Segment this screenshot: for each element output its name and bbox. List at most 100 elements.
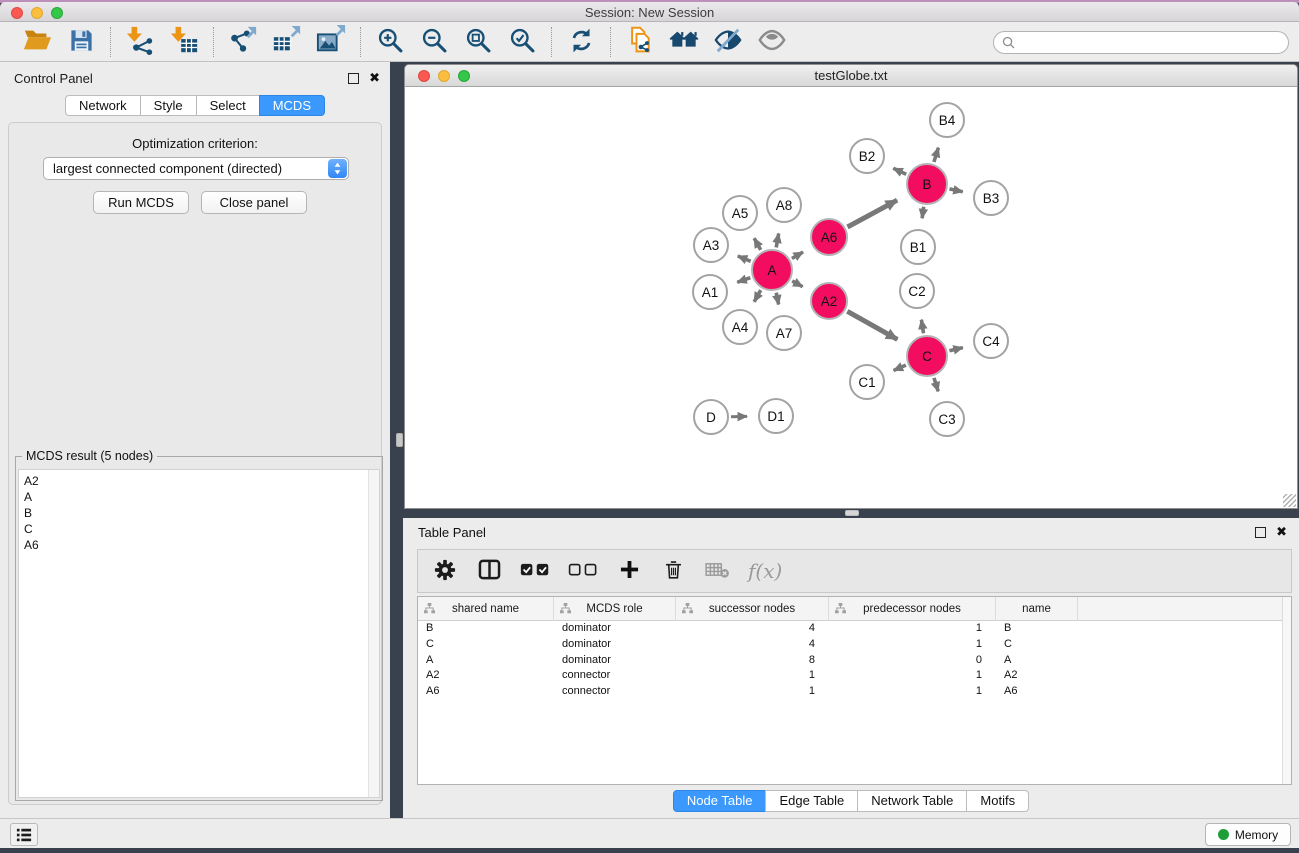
table-cell[interactable]: 4 [676, 621, 829, 637]
table-cell[interactable]: 1 [829, 621, 996, 637]
import-table-button[interactable] [165, 25, 203, 59]
open-folder-button[interactable] [18, 25, 56, 59]
graph-edge-A-A6[interactable] [792, 252, 803, 259]
graph-edge-B-B4[interactable] [934, 148, 939, 162]
graph-node-A5[interactable]: A5 [722, 195, 758, 231]
graph-node-C1[interactable]: C1 [849, 364, 885, 400]
mcds-list-scrollbar[interactable] [368, 470, 379, 797]
network-horizontal-scrollbar-thumb[interactable] [845, 510, 859, 516]
export-image-button[interactable] [312, 25, 350, 59]
table-row[interactable]: A2connector11A2 [418, 668, 1291, 684]
graph-edge-A-A1[interactable] [737, 278, 750, 283]
graph-node-B2[interactable]: B2 [849, 138, 885, 174]
graph-edge-A-A7[interactable] [776, 293, 778, 305]
export-network-button[interactable] [224, 25, 262, 59]
tab-network[interactable]: Network [65, 95, 141, 116]
column-header-name[interactable]: name [996, 597, 1078, 621]
table-cell[interactable]: A2 [996, 668, 1078, 684]
graph-edge-C-C4[interactable] [949, 348, 962, 351]
graph-node-A[interactable]: A [751, 249, 793, 291]
add-row-button[interactable] [616, 556, 642, 586]
hide-details-button[interactable] [709, 25, 747, 59]
graph-node-B4[interactable]: B4 [929, 102, 965, 138]
tab-network-table[interactable]: Network Table [857, 790, 967, 812]
graph-edge-A6-B[interactable] [848, 200, 898, 227]
graph-node-C3[interactable]: C3 [929, 401, 965, 437]
column-header-successor-nodes[interactable]: successor nodes [676, 597, 829, 621]
mcds-result-item[interactable]: A [24, 489, 374, 505]
refresh-button[interactable] [562, 25, 600, 59]
tab-node-table[interactable]: Node Table [673, 790, 767, 812]
split-columns-button[interactable] [476, 556, 502, 586]
mcds-result-list[interactable]: A2ABCA6 [18, 469, 380, 798]
table-cell[interactable]: A [418, 653, 554, 669]
network-canvas[interactable]: ABCA2A6A1A3A4A5A7A8B1B2B3B4C1C2C3C4DD1 [405, 87, 1297, 508]
graph-node-A1[interactable]: A1 [692, 274, 728, 310]
graph-edge-A-A2[interactable] [792, 281, 802, 287]
network-window-titlebar[interactable]: testGlobe.txt [405, 65, 1297, 87]
memory-button[interactable]: Memory [1205, 823, 1291, 846]
column-header-shared-name[interactable]: shared name [418, 597, 554, 621]
graph-edge-B-B1[interactable] [922, 207, 924, 219]
table-cell[interactable]: C [418, 637, 554, 653]
mcds-result-item[interactable]: B [24, 505, 374, 521]
mcds-result-item[interactable]: C [24, 521, 374, 537]
table-scrollbar[interactable] [1282, 597, 1291, 784]
float-panel-icon[interactable] [348, 73, 359, 84]
run-mcds-button[interactable]: Run MCDS [93, 191, 189, 214]
table-cell[interactable]: A6 [996, 684, 1078, 700]
table-cell[interactable]: 1 [829, 684, 996, 700]
search-input[interactable] [1020, 34, 1288, 52]
graph-edge-C-C1[interactable] [894, 365, 906, 370]
graph-edge-A-A3[interactable] [738, 256, 751, 261]
table-row[interactable]: A6connector11A6 [418, 684, 1291, 700]
show-eye-button[interactable] [753, 25, 791, 59]
zoom-out-button[interactable] [415, 25, 453, 59]
zoom-selected-button[interactable] [503, 25, 541, 59]
search-box[interactable] [993, 31, 1289, 54]
table-cell[interactable]: A [996, 653, 1078, 669]
graph-node-B[interactable]: B [906, 163, 948, 205]
table-row[interactable]: Adominator80A [418, 653, 1291, 669]
graph-node-C2[interactable]: C2 [899, 273, 935, 309]
export-table-button[interactable] [268, 25, 306, 59]
table-cell[interactable]: B [996, 621, 1078, 637]
clear-checks-button[interactable] [568, 556, 598, 586]
table-cell[interactable]: 0 [829, 653, 996, 669]
table-cell[interactable]: dominator [554, 637, 676, 653]
table-cell[interactable]: connector [554, 668, 676, 684]
graph-node-C4[interactable]: C4 [973, 323, 1009, 359]
import-network-button[interactable] [121, 25, 159, 59]
select-checks-button[interactable] [520, 556, 550, 586]
table-row[interactable]: Bdominator41B [418, 621, 1291, 637]
criterion-select[interactable]: largest connected component (directed) [43, 157, 349, 180]
table-cell[interactable]: 1 [676, 668, 829, 684]
graph-node-A6[interactable]: A6 [810, 218, 848, 256]
close-panel-icon[interactable]: ✖ [369, 72, 380, 83]
close-table-panel-icon[interactable]: ✖ [1276, 526, 1287, 537]
table-cell[interactable]: connector [554, 684, 676, 700]
table-cell[interactable]: dominator [554, 621, 676, 637]
graph-node-A4[interactable]: A4 [722, 309, 758, 345]
task-history-button[interactable] [10, 823, 38, 846]
graph-edge-B-B3[interactable] [950, 189, 963, 192]
network-vertical-scrollbar-thumb[interactable] [396, 433, 403, 447]
graph-node-B1[interactable]: B1 [900, 229, 936, 265]
save-floppy-button[interactable] [62, 25, 100, 59]
graph-edge-C-C2[interactable] [921, 320, 923, 334]
delete-row-button[interactable] [660, 556, 686, 586]
float-table-panel-icon[interactable] [1255, 527, 1266, 538]
select-stepper-icon[interactable] [328, 159, 347, 178]
zoom-fit-button[interactable] [459, 25, 497, 59]
table-cell[interactable]: 1 [676, 684, 829, 700]
graph-edge-A-A5[interactable] [754, 238, 761, 250]
tab-select[interactable]: Select [196, 95, 260, 116]
graph-edge-A2-C[interactable] [847, 311, 897, 339]
tab-mcds[interactable]: MCDS [259, 95, 325, 116]
graph-edge-A-A4[interactable] [754, 290, 761, 302]
table-cell[interactable]: 8 [676, 653, 829, 669]
graph-node-B3[interactable]: B3 [973, 180, 1009, 216]
table-cell[interactable]: dominator [554, 653, 676, 669]
zoom-in-button[interactable] [371, 25, 409, 59]
graph-node-A7[interactable]: A7 [766, 315, 802, 351]
